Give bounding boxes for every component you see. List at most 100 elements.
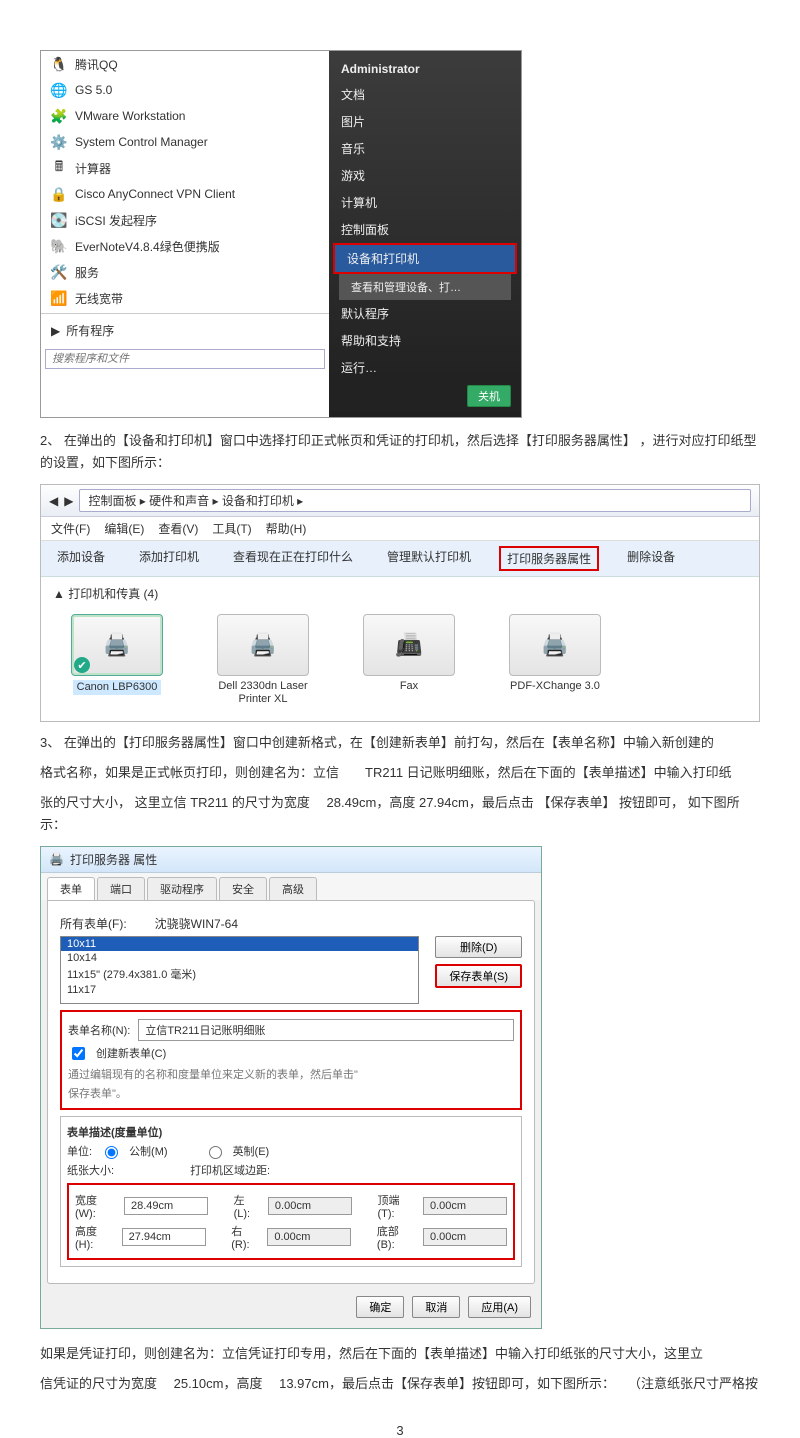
dialog-footer: 确定 取消 应用(A) <box>41 1290 541 1328</box>
note-line2: 保存表单"。 <box>68 1085 127 1101</box>
nav-item[interactable]: 计算机 <box>329 189 521 216</box>
nav-item[interactable]: 音乐 <box>329 135 521 162</box>
tab-strip: 表单 端口 驱动程序 安全 高级 <box>41 873 541 900</box>
paper-size-label: 纸张大小: <box>67 1162 114 1178</box>
printer-icon: 🖨️ <box>249 632 276 658</box>
form-name-label: 表单名称(N): <box>68 1022 130 1038</box>
menu-view[interactable]: 查看(V) <box>158 520 198 537</box>
tab-forms[interactable]: 表单 <box>47 877 95 900</box>
forms-listbox[interactable]: 10x11 10x14 11x15" (279.4x381.0 毫米) 11x1… <box>60 936 419 1004</box>
device-item[interactable]: 🖨️Canon LBP6300 <box>57 614 177 706</box>
chk-label: 创建新表单(C) <box>96 1045 166 1061</box>
search-input[interactable] <box>45 349 325 369</box>
ok-button[interactable]: 确定 <box>356 1296 404 1318</box>
server-name: 沈骁骁WIN7-64 <box>155 915 238 932</box>
tab-drivers[interactable]: 驱动程序 <box>147 877 217 900</box>
start-item[interactable]: 💽iSCSI 发起程序 <box>41 207 329 233</box>
nav-item[interactable]: 控制面板 <box>329 216 521 243</box>
note-line1: 通过编辑现有的名称和度量单位来定义新的表单，然后单击" <box>68 1066 358 1082</box>
bottom-label: 底部(B): <box>377 1223 415 1251</box>
form-description-group: 表单描述(度量单位) 单位: 公制(M) 英制(E) 纸张大小: 打印机区域边距… <box>60 1116 522 1267</box>
breadcrumb[interactable]: 控制面板 ▸ 硬件和声音 ▸ 设备和打印机 ▸ <box>79 489 751 512</box>
menu-file[interactable]: 文件(F) <box>51 520 90 537</box>
cmd-see-printing[interactable]: 查看现在正在打印什么 <box>227 546 359 571</box>
start-item[interactable]: 🔒Cisco AnyConnect VPN Client <box>41 181 329 207</box>
cmd-manage-default[interactable]: 管理默认打印机 <box>381 546 477 571</box>
menu-edit[interactable]: 编辑(E) <box>104 520 144 537</box>
shutdown-button[interactable]: 关机 <box>467 385 511 407</box>
list-item[interactable]: 10x14 <box>61 951 418 965</box>
start-item[interactable]: ⚙️System Control Manager <box>41 129 329 155</box>
start-item[interactable]: 🐘EverNoteV4.8.4绿色便携版 <box>41 233 329 259</box>
device-item[interactable]: 📠Fax <box>349 614 469 706</box>
group-header[interactable]: ▲ 打印机和传真 (4) <box>53 585 747 602</box>
device-item[interactable]: 🖨️Dell 2330dn Laser Printer XL <box>203 614 323 706</box>
cmd-add-printer[interactable]: 添加打印机 <box>133 546 205 571</box>
nav-item[interactable]: 文档 <box>329 81 521 108</box>
start-item[interactable]: 🧩VMware Workstation <box>41 103 329 129</box>
top-label: 顶端(T): <box>378 1192 415 1220</box>
apply-button[interactable]: 应用(A) <box>468 1296 531 1318</box>
start-item[interactable]: 🛠️服务 <box>41 259 329 285</box>
cmd-print-server-props[interactable]: 打印服务器属性 <box>499 546 599 571</box>
tooltip: 查看和管理设备、打… <box>339 274 511 300</box>
start-item[interactable]: 📶无线宽带 <box>41 285 329 311</box>
height-label: 高度(H): <box>75 1223 114 1251</box>
start-item[interactable]: 🖩计算器 <box>41 155 329 181</box>
forward-icon[interactable]: ▶ <box>64 494 73 508</box>
width-input[interactable]: 28.49cm <box>124 1197 208 1215</box>
instruction-step-3-line3: 张的尺寸大小， 这里立信 TR211 的尺寸为宽度 28.49cm，高度 27.… <box>40 792 760 836</box>
list-item[interactable]: 10x11 <box>61 937 418 951</box>
devices-printers-item[interactable]: 设备和打印机 <box>333 243 517 274</box>
tab-security[interactable]: 安全 <box>219 877 267 900</box>
nav-item[interactable]: 运行… <box>329 354 521 381</box>
list-item[interactable]: 11x17 <box>61 983 418 997</box>
right-label: 右(R): <box>231 1223 259 1251</box>
tab-advanced[interactable]: 高级 <box>269 877 317 900</box>
start-item[interactable]: 🐧腾讯QQ <box>41 51 329 77</box>
unit-metric-radio[interactable] <box>105 1146 118 1159</box>
create-new-form-checkbox[interactable] <box>72 1047 85 1060</box>
unit-label: 单位: <box>67 1143 92 1159</box>
nav-item[interactable]: 图片 <box>329 108 521 135</box>
list-item[interactable]: 11x15" (279.4x381.0 毫米) <box>61 965 418 983</box>
tab-ports[interactable]: 端口 <box>97 877 145 900</box>
separator <box>41 313 329 314</box>
delete-button[interactable]: 删除(D) <box>435 936 522 958</box>
cancel-button[interactable]: 取消 <box>412 1296 460 1318</box>
nav-item[interactable]: 帮助和支持 <box>329 327 521 354</box>
height-input[interactable]: 27.94cm <box>122 1228 206 1246</box>
page-number: 3 <box>40 1423 760 1438</box>
start-menu-left-pane: 🐧腾讯QQ 🌐GS 5.0 🧩VMware Workstation ⚙️Syst… <box>41 51 329 417</box>
screenshot-start-menu: 🐧腾讯QQ 🌐GS 5.0 🧩VMware Workstation ⚙️Syst… <box>40 50 522 418</box>
back-icon[interactable]: ◀ <box>49 494 58 508</box>
menu-help[interactable]: 帮助(H) <box>266 520 307 537</box>
wifi-icon: 📶 <box>49 288 69 308</box>
bottom-input[interactable]: 0.00cm <box>423 1228 507 1246</box>
nav-item[interactable]: 默认程序 <box>329 300 521 327</box>
menu-tools[interactable]: 工具(T) <box>212 520 251 537</box>
printer-icon: 🖨️ <box>103 632 130 658</box>
form-name-input[interactable]: 立信TR211日记账明细账 <box>138 1019 514 1041</box>
evernote-icon: 🐘 <box>49 236 69 256</box>
start-item[interactable]: 🌐GS 5.0 <box>41 77 329 103</box>
save-form-button[interactable]: 保存表单(S) <box>435 964 522 988</box>
settings-icon: ⚙️ <box>49 132 69 152</box>
top-input[interactable]: 0.00cm <box>423 1197 507 1215</box>
iscsi-icon: 💽 <box>49 210 69 230</box>
cmd-add-device[interactable]: 添加设备 <box>51 546 111 571</box>
cmd-remove-device[interactable]: 删除设备 <box>621 546 681 571</box>
right-input[interactable]: 0.00cm <box>267 1228 351 1246</box>
left-input[interactable]: 0.00cm <box>268 1197 352 1215</box>
device-list: 🖨️Canon LBP6300 🖨️Dell 2330dn Laser Prin… <box>53 608 747 712</box>
address-bar: ◀ ▶ 控制面板 ▸ 硬件和声音 ▸ 设备和打印机 ▸ <box>41 485 759 517</box>
instruction-step-3-line1: 3、 在弹出的【打印服务器属性】窗口中创建新格式，在【创建新表单】前打勾，然后在… <box>40 732 760 754</box>
device-item[interactable]: 🖨️PDF-XChange 3.0 <box>495 614 615 706</box>
vmware-icon: 🧩 <box>49 106 69 126</box>
screenshot-print-server-properties: 🖨️打印服务器 属性 表单 端口 驱动程序 安全 高级 所有表单(F): 沈骁骁… <box>40 846 542 1329</box>
all-programs[interactable]: ▶所有程序 <box>41 316 329 345</box>
nav-item[interactable]: 游戏 <box>329 162 521 189</box>
qq-icon: 🐧 <box>49 54 69 74</box>
printer-icon: 🖨️ <box>541 632 568 658</box>
unit-english-radio[interactable] <box>209 1146 222 1159</box>
